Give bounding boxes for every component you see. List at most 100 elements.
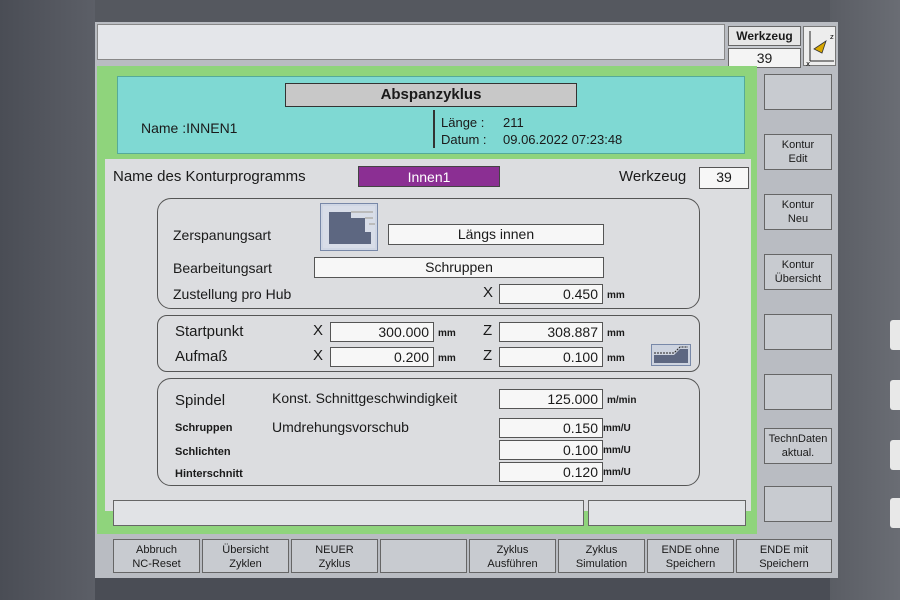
- abort-line1: Abbruch: [136, 544, 177, 556]
- allowance-x-axis: X: [313, 347, 324, 364]
- hardware-button[interactable]: [890, 380, 900, 410]
- start-x-axis: X: [313, 322, 324, 339]
- start-x-field[interactable]: 300.000: [330, 322, 434, 342]
- side-softkey-6[interactable]: [764, 374, 832, 410]
- contour-edit-line1: Kontur: [781, 139, 815, 151]
- tech-data-update-softkey[interactable]: TechnDaten aktual.: [764, 428, 832, 464]
- new-cycle-line2: Zyklus: [318, 558, 351, 570]
- end-with-save-line1: ENDE mit: [759, 544, 809, 556]
- allowance-x-field[interactable]: 0.200: [330, 347, 434, 367]
- tool-indicator-number: 39: [728, 48, 801, 68]
- contour-overview-line1: Kontur: [781, 259, 815, 271]
- cycle-simulation-line2: Simulation: [575, 558, 628, 570]
- start-z-field[interactable]: 308.887: [499, 322, 603, 342]
- allowance-x-unit: mm: [438, 353, 456, 364]
- monitor-bezel-left: [0, 0, 95, 600]
- end-with-save-softkey[interactable]: ENDE mit Speichern: [736, 539, 832, 573]
- status-bar-left: [113, 500, 584, 526]
- cycle-execute-softkey[interactable]: Zyklus Ausführen: [469, 539, 556, 573]
- infeed-field[interactable]: 0.450: [499, 284, 603, 304]
- machining-type-label: Zerspanungsart: [173, 227, 272, 243]
- program-name-field[interactable]: Innen1: [358, 166, 500, 187]
- roughing-field[interactable]: 0.150: [499, 418, 603, 438]
- cycle-overview-softkey[interactable]: Übersicht Zyklen: [202, 539, 289, 573]
- date-label: Datum :: [441, 132, 487, 147]
- start-z-unit: mm: [607, 328, 625, 339]
- cnc-screen: Werkzeug 39 z x Abspanzyklus Name :INNEN…: [95, 22, 838, 578]
- header-name-value: INNEN1: [186, 120, 238, 136]
- undercut-unit: mm/U: [603, 467, 631, 478]
- monitor-bezel-bottom: [0, 578, 900, 600]
- css-label: Konst. Schnittgeschwindigkeit: [272, 390, 458, 406]
- message-bar: [97, 24, 725, 60]
- undercut-label: Hinterschnitt: [175, 468, 243, 480]
- machining-mode-label: Bearbeitungsart: [173, 260, 272, 276]
- end-without-save-line2: Speichern: [665, 558, 716, 570]
- axis-orientation-icon: z x: [803, 26, 836, 68]
- hardware-button[interactable]: [890, 498, 900, 528]
- allowance-z-field[interactable]: 0.100: [499, 347, 603, 367]
- spindle-label: Spindel: [175, 392, 226, 409]
- header-name-label: Name :: [141, 120, 187, 136]
- header-divider: [433, 110, 435, 148]
- roughing-label: Schruppen: [175, 422, 233, 434]
- start-x-unit: mm: [438, 328, 456, 339]
- cycle-execute-line1: Zyklus: [496, 544, 529, 556]
- tech-data-line2: aktual.: [781, 447, 815, 459]
- tech-data-line1: TechnDaten: [768, 433, 828, 445]
- css-unit: m/min: [607, 395, 637, 406]
- roughing-unit: mm/U: [603, 423, 631, 434]
- tool-label: Werkzeug: [619, 168, 687, 185]
- svg-text:x: x: [806, 60, 810, 67]
- status-bar-right: [588, 500, 746, 526]
- contour-edit-softkey[interactable]: Kontur Edit: [764, 134, 832, 170]
- finishing-label: Schlichten: [175, 446, 231, 458]
- date-value: 09.06.2022 07:23:48: [503, 132, 623, 147]
- start-z-axis: Z: [483, 322, 493, 339]
- cycle-overview-line2: Zyklen: [229, 558, 262, 570]
- contour-edit-line2: Edit: [788, 153, 808, 165]
- machining-type-field[interactable]: Längs innen: [388, 224, 604, 245]
- finishing-field[interactable]: 0.100: [499, 440, 603, 460]
- monitor-bezel-top: [0, 0, 900, 22]
- tool-field[interactable]: 39: [699, 167, 749, 189]
- header-name: Name :INNEN1: [141, 120, 237, 136]
- side-softkey-8[interactable]: [764, 486, 832, 522]
- end-without-save-softkey[interactable]: ENDE ohne Speichern: [647, 539, 734, 573]
- new-cycle-softkey[interactable]: NEUER Zyklus: [291, 539, 378, 573]
- end-with-save-line2: Speichern: [759, 558, 809, 570]
- start-point-label: Startpunkt: [175, 323, 244, 340]
- finishing-unit: mm/U: [603, 445, 631, 456]
- tool-indicator: Werkzeug 39: [728, 26, 801, 68]
- header-meta: Länge : 211 Datum : 09.06.2022 07:23:48: [441, 114, 622, 148]
- css-field[interactable]: 125.000: [499, 389, 603, 409]
- inner-contour-icon: [320, 203, 378, 251]
- feed-label: Umdrehungsvorschub: [272, 419, 409, 435]
- contour-new-line1: Kontur: [781, 199, 815, 211]
- empty-softkey[interactable]: [380, 539, 467, 573]
- infeed-label: Zustellung pro Hub: [173, 286, 292, 302]
- length-label: Länge :: [441, 115, 485, 130]
- cycle-title: Abspanzyklus: [285, 83, 577, 107]
- program-name-label: Name des Konturprogramms: [113, 168, 306, 185]
- length-value: 211: [503, 115, 524, 130]
- abort-nc-reset-softkey[interactable]: Abbruch NC-Reset: [113, 539, 200, 573]
- cycle-simulation-softkey[interactable]: Zyklus Simulation: [558, 539, 645, 573]
- undercut-field[interactable]: 0.120: [499, 462, 603, 482]
- hardware-button[interactable]: [890, 320, 900, 350]
- allowance-contour-icon: [651, 344, 691, 366]
- contour-new-softkey[interactable]: Kontur Neu: [764, 194, 832, 230]
- contour-overview-softkey[interactable]: Kontur Übersicht: [764, 254, 832, 290]
- side-softkey-5[interactable]: [764, 314, 832, 350]
- allowance-z-unit: mm: [607, 353, 625, 364]
- new-cycle-line1: NEUER: [315, 544, 354, 556]
- contour-new-line2: Neu: [787, 213, 809, 225]
- tool-indicator-label: Werkzeug: [728, 26, 801, 46]
- infeed-unit: mm: [607, 290, 625, 301]
- contour-overview-line2: Übersicht: [774, 273, 822, 285]
- machining-mode-field[interactable]: Schruppen: [314, 257, 604, 278]
- allowance-z-axis: Z: [483, 347, 493, 364]
- side-softkey-1[interactable]: [764, 74, 832, 110]
- svg-text:z: z: [830, 33, 834, 41]
- hardware-button[interactable]: [890, 440, 900, 470]
